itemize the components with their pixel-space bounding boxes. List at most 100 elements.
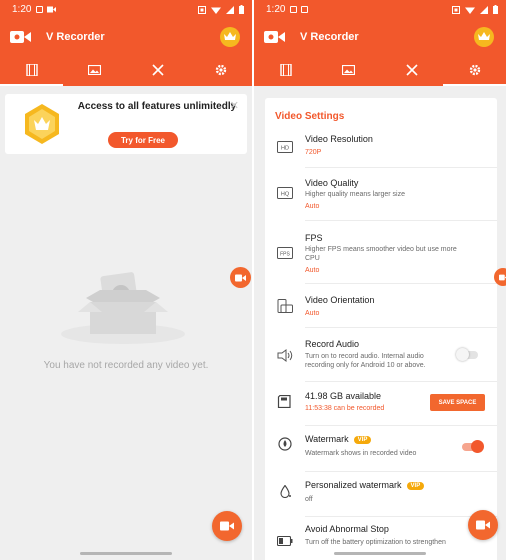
record-camera-icon [220, 521, 234, 531]
tab-bar [254, 54, 506, 86]
gear-icon [469, 64, 480, 76]
watermark-title: Watermark [305, 434, 349, 444]
divider [305, 425, 497, 426]
setting-value: Auto [305, 203, 320, 210]
setting-fps[interactable]: FPS FPS Higher FPS means smoother video … [265, 231, 497, 283]
wifi-icon [465, 7, 475, 14]
battery-status-icon [239, 5, 244, 14]
record-audio-toggle[interactable] [456, 348, 478, 361]
close-icon[interactable]: ✕ [230, 99, 239, 112]
divider [305, 283, 497, 284]
watermark-icon [278, 437, 292, 451]
signal-icon [480, 5, 488, 14]
gallery-notification-icon [290, 6, 298, 13]
toggle-knob [456, 348, 469, 361]
setting-description: Watermark shows in recorded video [305, 450, 417, 457]
tab-bar [0, 54, 252, 86]
svg-text:HD: HD [281, 146, 289, 152]
quality-icon: HQ [277, 187, 293, 199]
tab-settings[interactable] [443, 54, 506, 86]
tab-tools[interactable] [380, 54, 443, 86]
tab-tools[interactable] [126, 54, 189, 86]
premium-crown-button[interactable] [220, 26, 240, 47]
tab-videos[interactable] [254, 54, 317, 86]
setting-title: FPS [305, 233, 323, 243]
app-bar: V Recorder [254, 19, 506, 54]
floating-record-bubble[interactable] [494, 268, 506, 286]
toggle-knob [471, 440, 484, 453]
setting-title: Record Audio [305, 339, 360, 349]
svg-text:HQ: HQ [281, 192, 290, 198]
tab-settings[interactable] [189, 54, 252, 86]
gear-icon [215, 64, 226, 76]
setting-avoid-abnormal-stop[interactable]: Avoid Abnormal Stop Turn off the battery… [265, 524, 497, 554]
setting-description: Higher quality means larger size [305, 191, 405, 198]
divider [305, 327, 497, 328]
signal-icon [226, 5, 234, 14]
camera-logo-icon [264, 30, 286, 44]
tab-images[interactable] [63, 54, 126, 86]
setting-value: Auto [305, 310, 320, 317]
tab-videos[interactable] [0, 54, 63, 86]
sd-card-icon [277, 395, 291, 408]
setting-video-quality[interactable]: HQ Video Quality Higher quality means la… [265, 176, 497, 222]
gesture-nav-bar[interactable] [334, 552, 426, 555]
speaker-icon [277, 349, 293, 362]
vip-badge-icon [23, 103, 61, 150]
record-fab-button[interactable] [212, 511, 242, 541]
orientation-icon [277, 299, 293, 313]
setting-title: Avoid Abnormal Stop [305, 524, 389, 534]
screen-videos: 1:20 V Recorder Access to all features u… [0, 0, 252, 560]
tools-icon [151, 64, 164, 76]
divider [305, 471, 497, 472]
recordable-time: 11:53:38 can be recorded [305, 405, 385, 412]
save-space-button[interactable]: SAVE SPACE [430, 394, 485, 411]
setting-description: Higher FPS means smoother video but use … [305, 246, 457, 262]
nfc-icon [198, 5, 206, 14]
premium-promo-card: Access to all features unlimitedly Try f… [5, 94, 247, 154]
setting-title: Video Quality [305, 178, 359, 188]
status-bar: 1:20 [0, 0, 252, 19]
try-for-free-button[interactable]: Try for Free [108, 132, 178, 148]
setting-value: 720P [305, 149, 322, 156]
record-camera-icon [476, 520, 490, 530]
premium-crown-button[interactable] [474, 26, 494, 47]
setting-description: Turn on to record audio. Internal audio … [305, 353, 426, 369]
setting-video-resolution[interactable]: HD Video Resolution 720P [265, 132, 497, 168]
gesture-nav-bar[interactable] [80, 552, 172, 555]
drop-icon [280, 485, 291, 498]
film-icon [25, 64, 38, 76]
setting-watermark[interactable]: Watermark VIP Watermark shows in recorded… [265, 434, 497, 470]
setting-description: off [305, 496, 313, 503]
record-camera-icon [235, 274, 246, 281]
personalized-watermark-title: Personalized watermark [305, 480, 402, 490]
video-notification-icon [47, 6, 57, 13]
battery-status-icon [493, 5, 498, 14]
settings-heading: Video Settings [275, 111, 345, 122]
image-icon [88, 65, 101, 75]
status-time: 1:20 [266, 4, 286, 15]
vip-badge: VIP [406, 482, 425, 490]
divider [305, 516, 497, 517]
status-time: 1:20 [12, 4, 32, 15]
tab-images[interactable] [317, 54, 380, 86]
floating-record-bubble[interactable] [230, 267, 251, 288]
crown-icon [478, 32, 490, 40]
app-bar: V Recorder [0, 19, 252, 54]
record-fab-button[interactable] [468, 510, 498, 540]
video-settings-card: Video Settings HD Video Resolution 720P … [265, 98, 497, 560]
setting-description: Turn off the battery optimization to str… [305, 539, 446, 546]
setting-record-audio[interactable]: Record Audio Turn on to record audio. In… [265, 339, 497, 387]
setting-video-orientation[interactable]: Video Orientation Auto [265, 295, 497, 329]
divider [305, 220, 497, 221]
setting-personalized-watermark[interactable]: Personalized watermark VIP off [265, 480, 497, 514]
tools-icon [405, 64, 418, 76]
divider [305, 167, 497, 168]
gallery-notification-icon [36, 6, 44, 13]
record-camera-icon [498, 274, 506, 280]
setting-title: Watermark VIP [305, 434, 372, 444]
film-icon [279, 64, 292, 76]
watermark-toggle[interactable] [462, 440, 484, 453]
nfc-icon [452, 5, 460, 14]
promo-title: Access to all features unlimitedly [77, 101, 237, 112]
